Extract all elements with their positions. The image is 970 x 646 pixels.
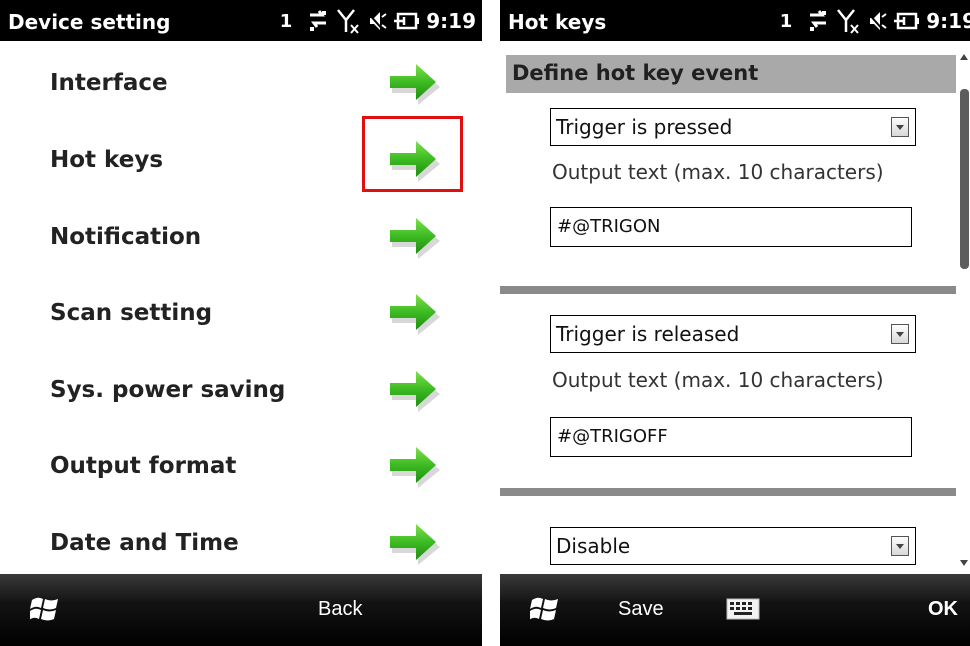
arrow-right-icon[interactable] [386,522,440,566]
menu-item-date-and-time[interactable]: Date and Time [0,508,482,578]
arrow-right-icon[interactable] [386,216,440,260]
dropdown-arrow-icon[interactable] [891,324,909,344]
no-signal-icon [836,8,860,34]
device-setting-screen: Device setting 1 9:19 Interface Hot keys… [0,0,482,646]
menu-item-label: Interface [50,70,168,96]
screen-title: Hot keys [508,10,607,34]
output-text-value: #@TRIGOFF [557,426,668,447]
output-text-label: Output text (max. 10 characters) [552,160,884,184]
data-sync-icon [306,9,330,33]
save-button[interactable]: Save [618,598,664,621]
status-bar: Hot keys 1 9:19 [500,0,970,41]
menu-item-output-format[interactable]: Output format [0,431,482,501]
clock: 9:19 [426,9,476,33]
menu-item-label: Sys. power saving [50,377,286,403]
trigger-select-value: Disable [556,534,631,558]
trigger-select-3[interactable]: Disable [550,527,916,565]
status-icons: 1 9:19 [280,6,476,36]
section-title: Define hot key event [512,61,759,85]
scroll-thumb[interactable] [960,89,969,269]
no-signal-icon [336,8,360,34]
data-sync-icon [806,9,830,33]
arrow-right-icon[interactable] [386,62,440,106]
battery-plug-icon [394,9,420,33]
clock: 9:19 [926,9,970,33]
speaker-mute-icon [366,9,388,33]
trigger-select-1[interactable]: Trigger is pressed [550,108,916,146]
signal-number: 1 [279,10,293,32]
screen-title: Device setting [8,10,171,34]
output-text-input-2[interactable]: #@TRIGOFF [550,417,912,457]
trigger-select-value: Trigger is released [556,322,740,346]
output-text-input-1[interactable]: #@TRIGON [550,207,912,247]
back-button[interactable]: Back [318,598,362,621]
menu-item-label: Hot keys [50,147,164,173]
menu-item-scan-setting[interactable]: Scan setting [0,278,482,348]
menu-item-label: Date and Time [50,530,239,556]
battery-plug-icon [894,9,920,33]
windows-logo-icon[interactable] [30,594,60,624]
scrollbar[interactable] [958,44,970,574]
separator [500,286,956,294]
scroll-up-icon[interactable] [960,54,968,60]
trigger-select-value: Trigger is pressed [556,115,733,139]
arrow-right-icon[interactable] [386,445,440,489]
scroll-down-icon[interactable] [960,560,968,566]
highlight-box [362,116,463,192]
menu-item-notification[interactable]: Notification [0,202,482,272]
separator [500,488,956,496]
menu-item-label: Scan setting [50,300,213,326]
status-bar: Device setting 1 9:19 [0,0,482,41]
speaker-mute-icon [866,9,888,33]
bottom-bar: Save OK [500,574,970,646]
bottom-bar: Back [0,574,482,646]
ok-button[interactable]: OK [928,598,958,621]
menu-item-sys-power-saving[interactable]: Sys. power saving [0,355,482,425]
dropdown-arrow-icon[interactable] [891,536,909,556]
arrow-right-icon[interactable] [386,369,440,413]
signal-number: 1 [779,10,793,32]
menu-item-interface[interactable]: Interface [0,48,482,118]
windows-logo-icon[interactable] [530,594,560,624]
status-icons: 1 9:19 [780,6,970,36]
output-text-value: #@TRIGON [557,216,661,237]
menu-item-label: Notification [50,224,202,250]
hot-keys-screen: Hot keys 1 9:19 Define hot key event Tri… [500,0,970,646]
menu-item-label: Output format [50,453,237,479]
trigger-select-2[interactable]: Trigger is released [550,315,916,353]
keyboard-icon[interactable] [726,598,760,624]
dropdown-arrow-icon[interactable] [891,117,909,137]
section-header: Define hot key event [506,55,956,93]
output-text-label: Output text (max. 10 characters) [552,368,884,392]
arrow-right-icon[interactable] [386,292,440,336]
